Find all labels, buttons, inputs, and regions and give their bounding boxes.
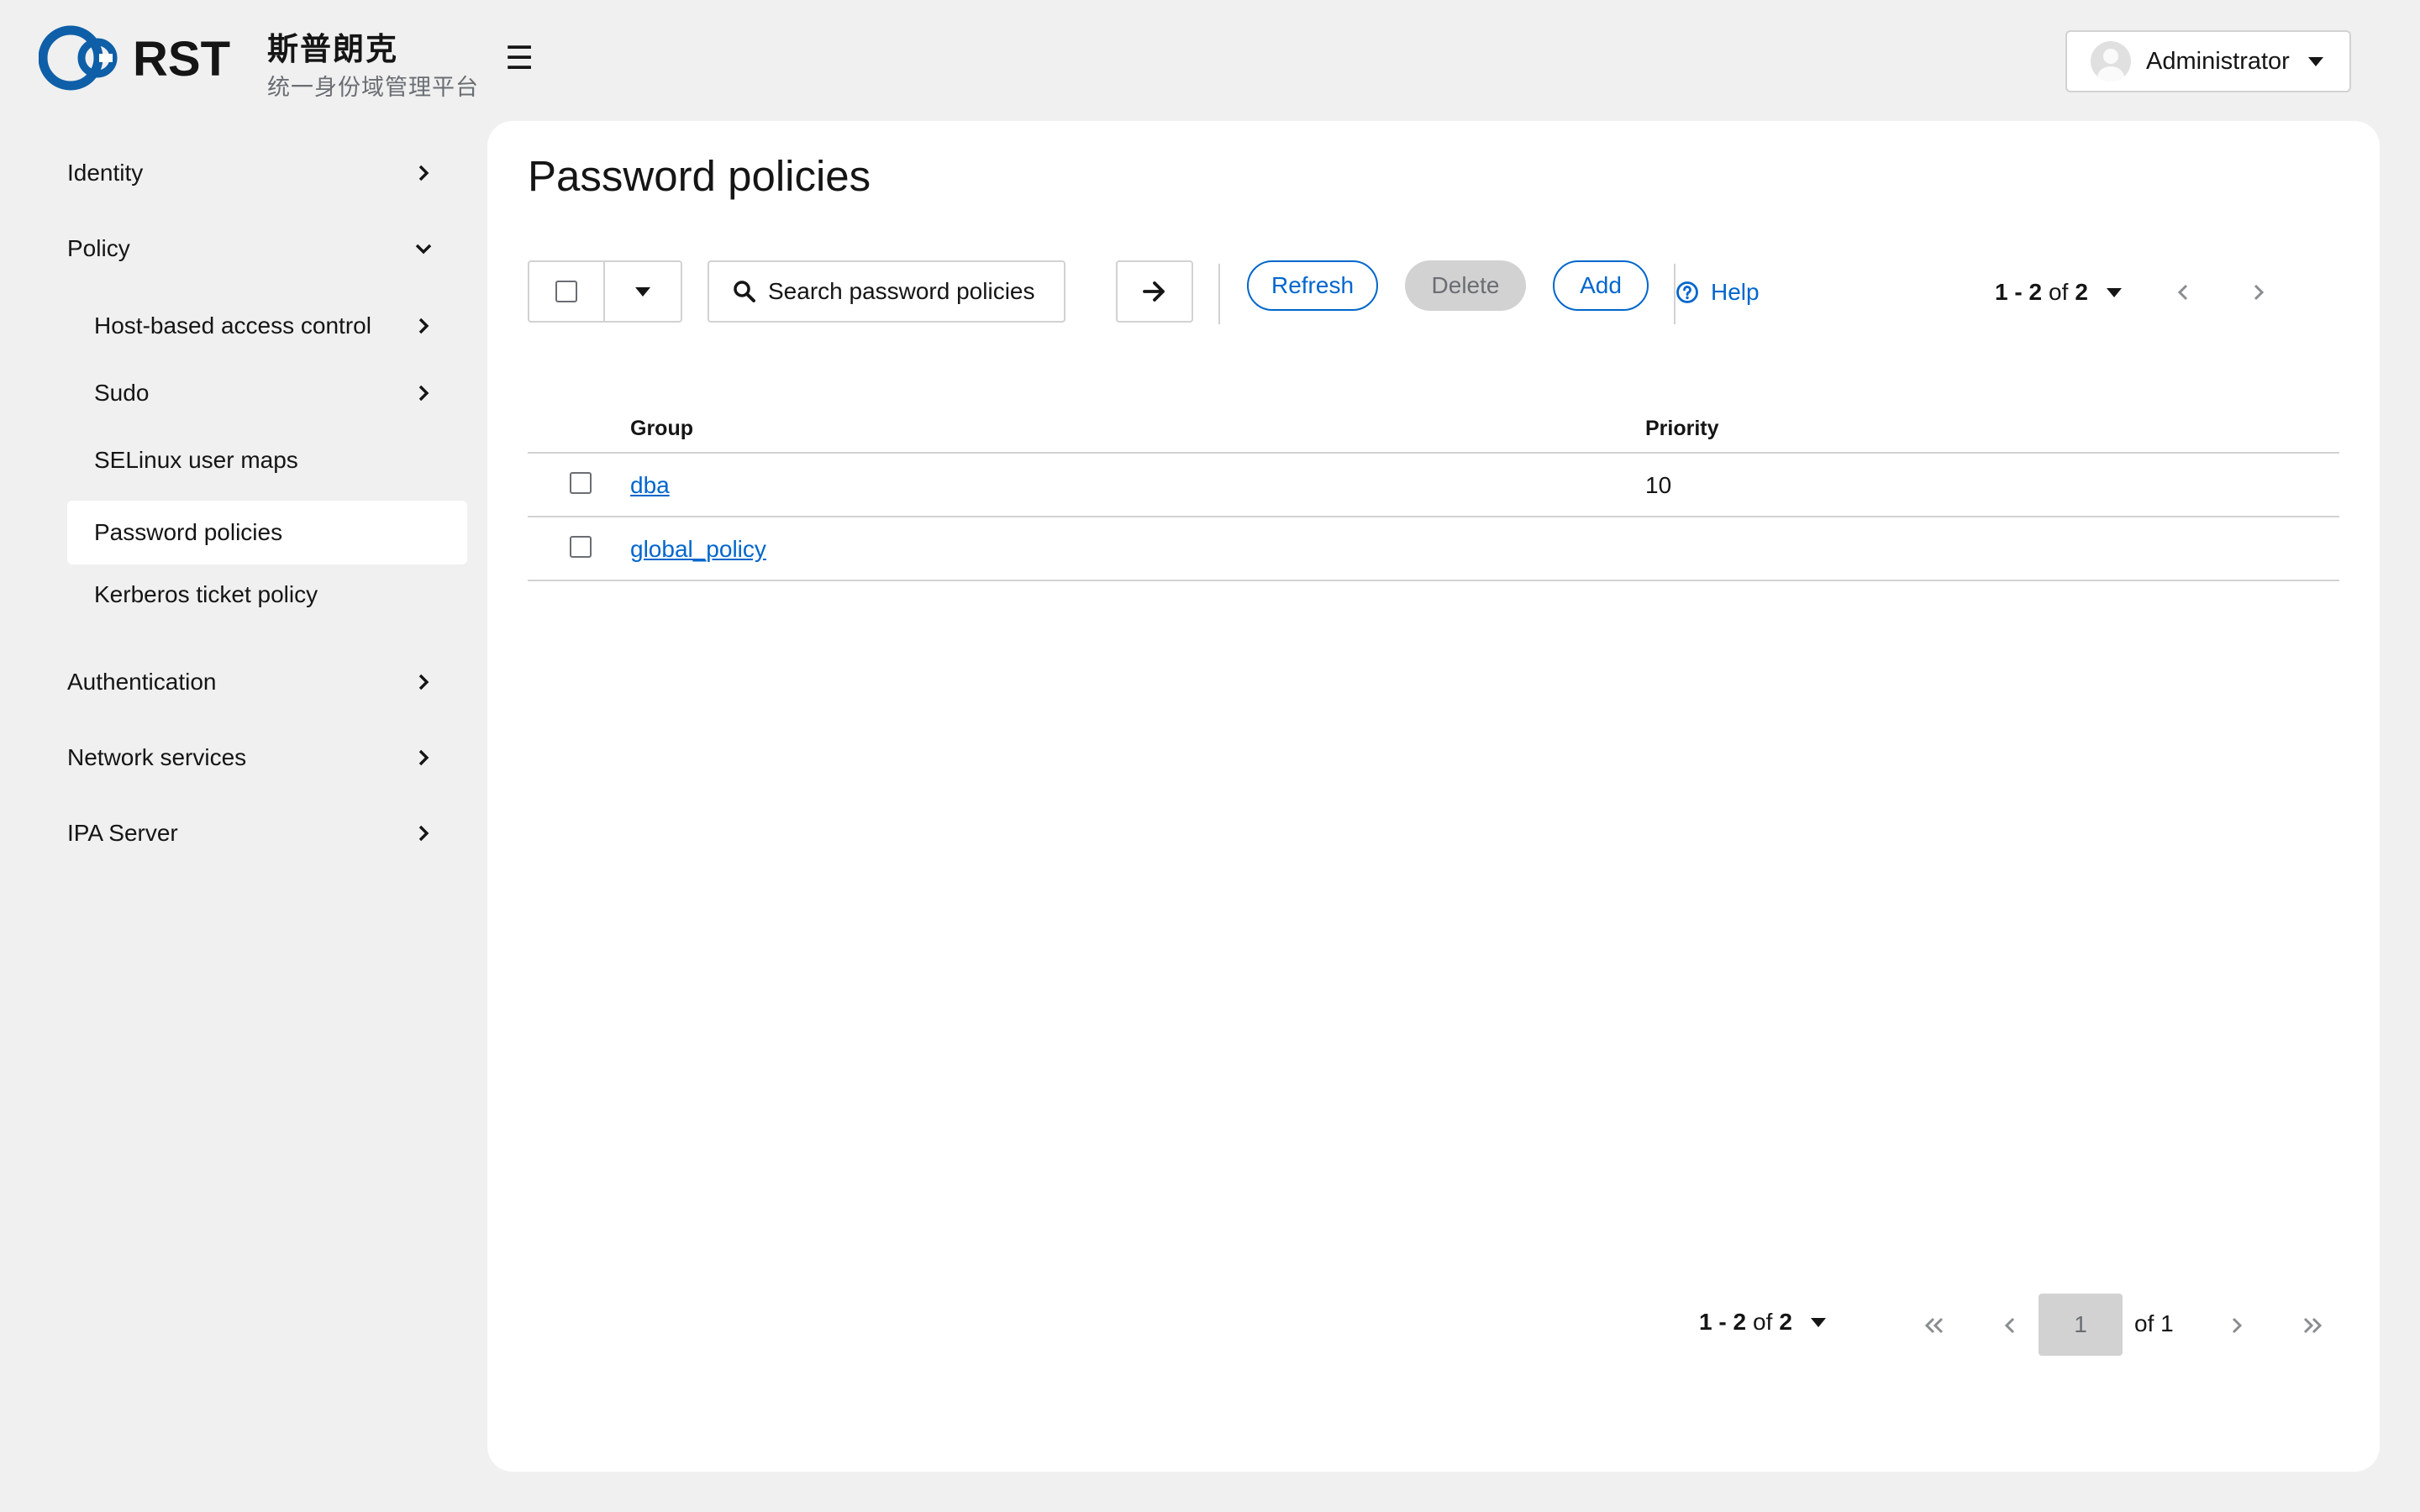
table-row: dba 10 (528, 454, 2339, 517)
sidebar-item-label: Password policies (94, 519, 283, 545)
chevron-right-icon (412, 670, 435, 694)
sidebar-item-label: Policy (67, 235, 130, 261)
double-chevron-left-icon (1924, 1317, 1944, 1334)
brand-name: 斯普朗克 (267, 32, 398, 66)
pagination-range: 1 - 2 (1995, 279, 2043, 305)
pagination-total: 2 (1779, 1309, 1792, 1335)
search-submit-button[interactable] (1116, 260, 1193, 323)
sidebar-item-authentication[interactable]: Authentication (67, 652, 467, 712)
rst-logo: RST (39, 25, 230, 91)
avatar (2091, 41, 2131, 81)
pagination-toggle-bottom[interactable]: 1 - 2 of 2 (1699, 1309, 1826, 1336)
sidebar-item-label: SELinux user maps (94, 447, 298, 473)
hamburger-icon[interactable]: ☰ (502, 42, 536, 76)
group-link[interactable]: global_policy (630, 536, 766, 563)
caret-down-icon (1810, 1317, 1826, 1327)
toolbar-divider (1218, 264, 1220, 324)
pagination-range: 1 - 2 (1699, 1309, 1747, 1335)
chevron-right-icon (412, 161, 435, 185)
table-header: Group Priority (528, 407, 2339, 454)
main-content: Password policies Refresh Delete Add (487, 121, 2380, 1472)
sidebar-item-ipa-server[interactable]: IPA Server (67, 803, 467, 864)
sidebar-item-password-policies[interactable]: Password policies (67, 501, 467, 564)
pagination-total: 2 (2075, 279, 2088, 305)
row-checkbox[interactable] (570, 536, 592, 558)
chevron-left-icon (2177, 284, 2188, 301)
search-input[interactable] (768, 278, 1054, 305)
column-header-priority[interactable]: Priority (1645, 417, 1719, 441)
chevron-right-icon (2254, 284, 2265, 301)
chevron-left-icon (2004, 1317, 2015, 1334)
help-icon (1676, 281, 1698, 303)
select-all-checkbox[interactable] (555, 281, 577, 302)
priority-value: 10 (1645, 472, 1672, 498)
pagination-bottom: 1 - 2 of 2 1 of 1 (487, 1294, 2380, 1361)
user-menu-toggle[interactable]: Administrator (2065, 30, 2351, 92)
caret-down-icon (2106, 287, 2122, 297)
pagination-toggle[interactable]: 1 - 2 of 2 (1995, 260, 2122, 324)
bulk-select-checkbox-wrap (529, 262, 605, 321)
sidebar-item-label: Sudo (94, 380, 150, 406)
brand-subtitle: 统一身份域管理平台 (267, 75, 479, 100)
sidebar-item-network-services[interactable]: Network services (67, 727, 467, 788)
first-page-button[interactable] (1918, 1309, 1951, 1342)
caret-down-icon (2307, 56, 2323, 66)
sidebar-item-label: Kerberos ticket policy (94, 581, 318, 607)
bulk-select (528, 260, 682, 323)
masthead: RST 斯普朗克 统一身份域管理平台 ☰ Administrator (0, 0, 2420, 121)
sidebar-item-label: Identity (67, 160, 144, 186)
prev-page-button[interactable] (1993, 1309, 2027, 1342)
sidebar-item-kerberos-ticket-policy[interactable]: Kerberos ticket policy (67, 564, 467, 625)
help-label: Help (1711, 279, 1760, 305)
sidebar-item-label: Network services (67, 744, 247, 770)
add-button[interactable]: Add (1553, 260, 1649, 311)
page-number-input[interactable]: 1 (2039, 1294, 2123, 1356)
last-page-button[interactable] (2296, 1309, 2329, 1342)
arrow-right-icon (1143, 281, 1165, 302)
help-link[interactable]: Help (1676, 279, 1760, 306)
chevron-down-icon (412, 237, 435, 260)
chevron-right-icon (412, 314, 435, 338)
sidebar-item-policy[interactable]: Policy (67, 218, 467, 279)
next-page-button[interactable] (2242, 276, 2275, 309)
sidebar-item-label: Authentication (67, 669, 217, 695)
pagination-of: of (1753, 1309, 1773, 1335)
chevron-right-icon (412, 822, 435, 845)
chevron-right-icon (412, 381, 435, 405)
refresh-button[interactable]: Refresh (1247, 260, 1378, 311)
table-row: global_policy (528, 517, 2339, 581)
svg-text:RST: RST (133, 32, 230, 87)
user-name: Administrator (2146, 47, 2290, 75)
group-link[interactable]: dba (630, 472, 670, 499)
double-chevron-right-icon (2303, 1317, 2323, 1334)
toolbar: Refresh Delete Add Help 1 - 2 of 2 (528, 260, 2343, 324)
prev-page-button[interactable] (2166, 276, 2200, 309)
next-page-button[interactable] (2220, 1309, 2254, 1342)
caret-down-icon (635, 286, 650, 297)
delete-button[interactable]: Delete (1405, 260, 1526, 311)
search-box (708, 260, 1065, 323)
pagination-of: of (2049, 279, 2069, 305)
chevron-right-icon (412, 746, 435, 769)
page-title: Password policies (528, 152, 871, 200)
sidebar-item-label: IPA Server (67, 820, 178, 846)
sidebar-item-label: Host-based access control (94, 312, 371, 339)
sidebar-item-selinux-user-maps[interactable]: SELinux user maps (67, 430, 467, 491)
row-checkbox[interactable] (570, 472, 592, 494)
sidebar-item-sudo[interactable]: Sudo (67, 363, 467, 423)
sidebar-item-identity[interactable]: Identity (67, 143, 467, 203)
policies-table: Group Priority dba 10 global_policy (528, 407, 2339, 581)
page-of-total: of 1 (2134, 1310, 2174, 1336)
sidebar-item-hbac[interactable]: Host-based access control (67, 296, 467, 356)
column-header-group[interactable]: Group (630, 417, 693, 441)
bulk-select-toggle[interactable] (605, 262, 681, 321)
search-icon (734, 281, 755, 302)
chevron-right-icon (2232, 1317, 2243, 1334)
